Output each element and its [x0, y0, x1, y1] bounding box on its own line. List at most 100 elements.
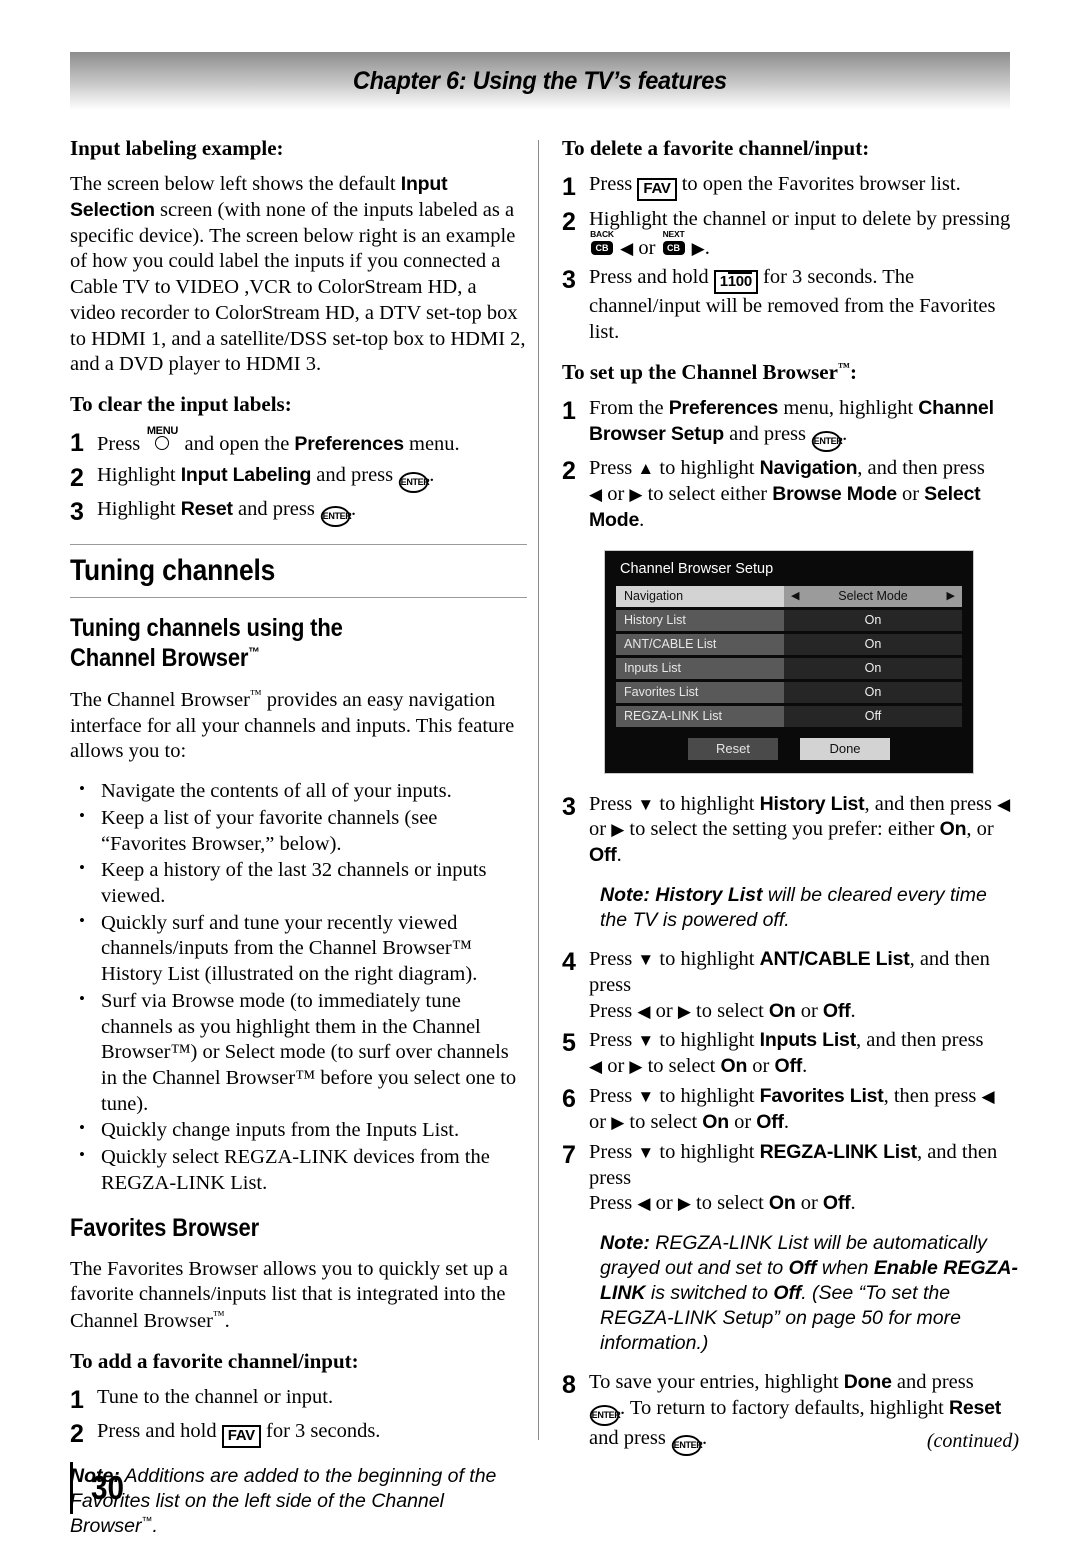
- osd-button-row: Reset Done: [616, 737, 962, 760]
- step-text: Press MENU and open the Preferences menu…: [97, 425, 527, 459]
- down-arrow-glyph: ▼: [637, 1087, 655, 1107]
- osd-label-history-list: History List: [616, 609, 784, 631]
- osd-value-favorites-list[interactable]: On: [784, 681, 962, 703]
- del-step2-text-a: Highlight the channel or input to delete…: [589, 207, 1011, 230]
- del-step1-text-b: to open the Favorites browser list.: [676, 173, 961, 196]
- note-additions: Note: Additions are added to the beginni…: [70, 1464, 527, 1539]
- s4-bold-ant-cable-list: ANT/CABLE List: [759, 947, 910, 970]
- left-arrow-glyph: ◀: [637, 1194, 651, 1214]
- osd-row-inputs-list[interactable]: Inputs List On: [616, 657, 962, 679]
- left-column: Input labeling example: The screen below…: [70, 136, 527, 1553]
- osd-label-inputs-list: Inputs List: [616, 657, 784, 679]
- down-arrow-glyph: ▼: [637, 1142, 655, 1162]
- step-clear-2: 2 Highlight Input Labeling and press ENT…: [70, 463, 527, 494]
- osd-value-navigation[interactable]: ◀ Select Mode ▶: [784, 585, 962, 607]
- step3-text-b: and press: [232, 498, 320, 521]
- trademark-symbol: ™: [249, 687, 262, 702]
- page-number-block: 30: [70, 1462, 128, 1514]
- add-step2-text-b: for 3 seconds.: [260, 1420, 381, 1443]
- section-rule-bottom: [70, 597, 527, 599]
- right-arrow-glyph: ▶: [677, 1194, 691, 1214]
- osd-value-history-list[interactable]: On: [784, 609, 962, 631]
- step-number: 2: [562, 207, 576, 236]
- fav-button-icon: FAV: [221, 1425, 261, 1449]
- heading-favorites-browser: Favorites Browser: [70, 1213, 259, 1242]
- channel-browser-feature-list: Navigate the contents of all of your inp…: [70, 778, 527, 1197]
- trademark-symbol: ™: [141, 1515, 153, 1528]
- trademark-symbol: ™: [212, 1308, 225, 1323]
- osd-label-regza-link-list: REGZA-LINK List: [616, 705, 784, 727]
- osd-row-favorites-list[interactable]: Favorites List On: [616, 681, 962, 703]
- s6-bold-on: On: [702, 1110, 729, 1133]
- osd-row-history-list[interactable]: History List On: [616, 609, 962, 631]
- s6-f: .: [783, 1110, 789, 1133]
- s3-f: .: [616, 844, 622, 867]
- heading-line-2: Channel Browser: [70, 644, 249, 673]
- s5-bold-inputs-list: Inputs List: [759, 1029, 857, 1052]
- s7-bold-on: On: [768, 1192, 796, 1215]
- step-add-2: 2 Press and hold FAV for 3 seconds.: [70, 1419, 527, 1450]
- step-setup-2: 2 Press ▲ to highlight Navigation, and t…: [562, 456, 1019, 533]
- up-arrow-glyph: ▲: [637, 459, 655, 479]
- step-text: Highlight Reset and press ENTER.: [97, 497, 527, 528]
- chapter-header-banner: Chapter 6: Using the TV’s features: [70, 52, 1010, 110]
- del-step2-end: .: [704, 236, 710, 259]
- step-number: 2: [70, 463, 84, 492]
- right-arrow-glyph: ▶: [611, 1112, 625, 1132]
- step1-text-a: Press: [97, 433, 146, 456]
- s6-e: or: [728, 1110, 757, 1133]
- step3-text-a: Highlight: [97, 498, 181, 521]
- osd-value-inputs-list[interactable]: On: [784, 657, 962, 679]
- heading-clear-input-labels: To clear the input labels:: [70, 391, 292, 416]
- osd-row-regza-link-list[interactable]: REGZA-LINK List Off: [616, 705, 962, 727]
- s4-bold-on: On: [768, 999, 796, 1022]
- s8-bold-reset: Reset: [948, 1396, 1002, 1419]
- left-arrow-glyph: ◀: [981, 1087, 995, 1107]
- step1-bold-preferences: Preferences: [294, 433, 404, 456]
- step-clear-3: 3 Highlight Reset and press ENTER.: [70, 497, 527, 528]
- s3-bold-history-list: History List: [759, 792, 865, 815]
- step-setup-7: 7 Press ▼ to highlight REGZA-LINK List, …: [562, 1140, 1019, 1217]
- s7-e: or: [795, 1192, 823, 1215]
- step-delete-1: 1 Press FAV to open the Favorites browse…: [562, 172, 1019, 203]
- osd-left-arrow-icon[interactable]: ◀: [791, 586, 799, 607]
- enter-button-icon: ENTER: [589, 1404, 621, 1426]
- osd-row-navigation[interactable]: Navigation ◀ Select Mode ▶: [616, 585, 962, 607]
- s5-d: to select: [642, 1055, 721, 1078]
- osd-reset-button[interactable]: Reset: [688, 737, 778, 760]
- osd-right-arrow-icon[interactable]: ▶: [947, 586, 955, 607]
- list-item: Quickly select REGZA-LINK devices from t…: [70, 1144, 527, 1196]
- osd-value-regza-link-list[interactable]: Off: [784, 705, 962, 727]
- cb-next-button-icon: NEXT CB: [661, 229, 687, 256]
- step-number: 1: [562, 397, 576, 426]
- step-setup-3: 3 Press ▼ to highlight History List, and…: [562, 792, 1019, 869]
- s5-b: to highlight: [654, 1029, 760, 1052]
- down-arrow-glyph: ▼: [637, 949, 655, 969]
- s3-c: , and then press: [864, 792, 998, 815]
- osd-row-ant-cable-list[interactable]: ANT/CABLE List On: [616, 633, 962, 655]
- chapter-title: Chapter 6: Using the TV’s features: [353, 66, 727, 95]
- cb-back-button-icon: BACK CB: [589, 229, 615, 256]
- s6-bold-off: Off: [756, 1110, 784, 1133]
- s8-c: . To return to factory defaults, highlig…: [620, 1396, 949, 1419]
- step-number: 3: [562, 792, 576, 821]
- s8-a: To save your entries, highlight: [589, 1370, 844, 1393]
- s1-d: .: [842, 423, 848, 446]
- step2-bold-input-labeling: Input Labeling: [180, 463, 312, 486]
- list-item: Navigate the contents of all of your inp…: [70, 778, 527, 805]
- osd-label-navigation: Navigation: [616, 585, 784, 607]
- note-regza-link: Note: REGZA-LINK List will be automatica…: [600, 1231, 1019, 1356]
- s1-a: From the: [589, 397, 669, 420]
- right-arrow-glyph: ▶: [611, 820, 625, 840]
- step-number: 5: [562, 1029, 576, 1058]
- s7-b: to highlight: [654, 1140, 760, 1163]
- step-text: Press FAV to open the Favorites browser …: [589, 172, 1019, 203]
- osd-label-favorites-list: Favorites List: [616, 681, 784, 703]
- osd-value-ant-cable-list[interactable]: On: [784, 633, 962, 655]
- osd-done-button[interactable]: Done: [800, 737, 890, 760]
- intro-text-b: screen (with none of the inputs labeled …: [70, 198, 526, 376]
- step-text: Highlight Input Labeling and press ENTER…: [97, 463, 527, 494]
- s5-bold-on: On: [720, 1055, 748, 1078]
- note-regza-bold-off2: Off: [773, 1282, 802, 1305]
- s2-or: or: [602, 482, 630, 505]
